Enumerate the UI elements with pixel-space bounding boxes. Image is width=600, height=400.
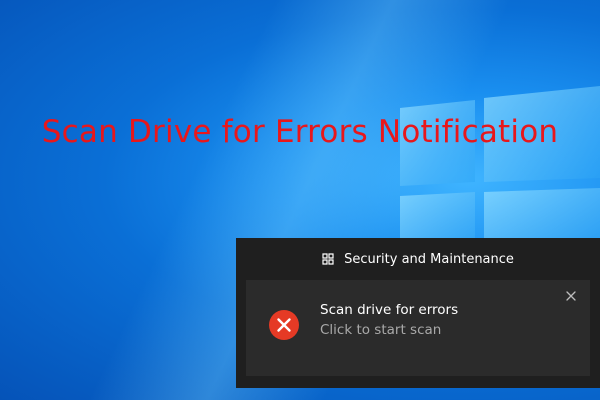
action-center-panel: Security and Maintenance Scan drive for … [236, 238, 600, 388]
notification-title: Scan drive for errors [320, 302, 459, 318]
security-maintenance-icon [322, 253, 334, 265]
notification-subtitle: Click to start scan [320, 322, 442, 338]
close-icon[interactable] [564, 289, 578, 303]
page-title: Scan Drive for Errors Notification [41, 114, 559, 150]
notification-toast[interactable]: Scan drive for errors Click to start sca… [246, 280, 590, 376]
app-name-label: Security and Maintenance [344, 251, 514, 267]
error-icon [269, 310, 299, 340]
notification-group-header[interactable]: Security and Maintenance [236, 238, 600, 280]
